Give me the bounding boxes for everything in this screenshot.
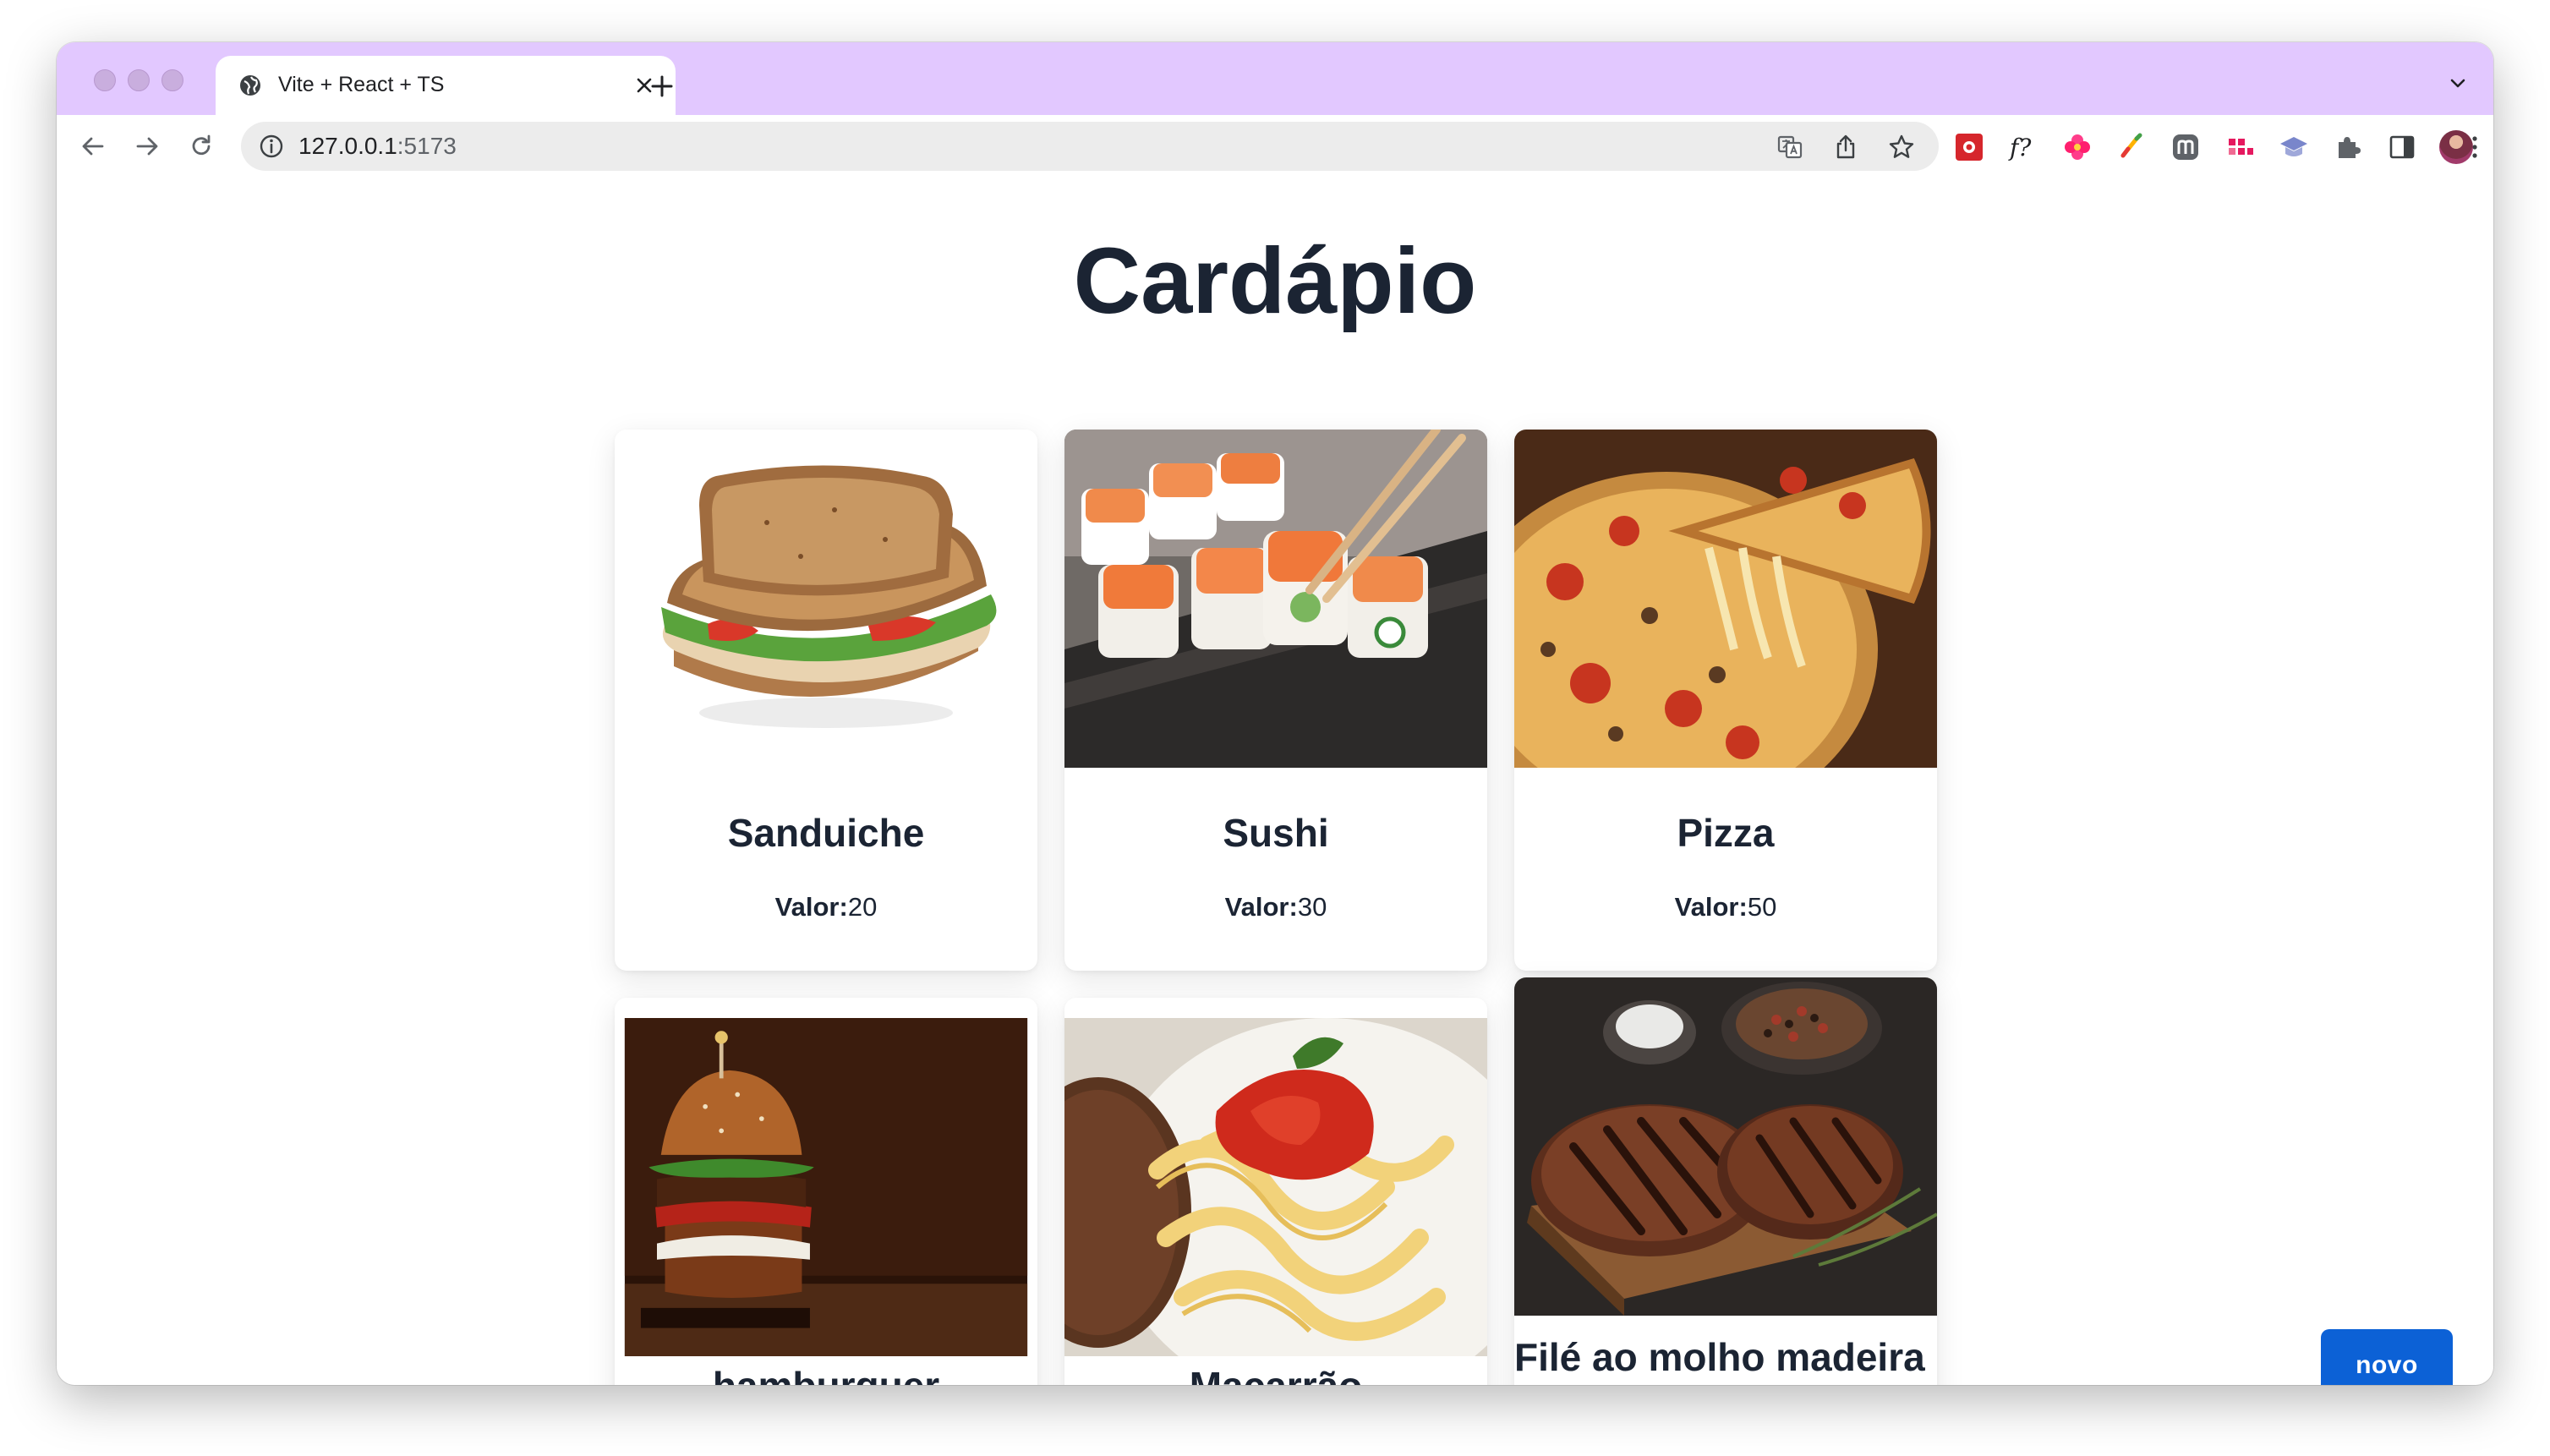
globe-icon — [240, 75, 260, 96]
menu-card[interactable]: Sanduiche Valor:20 — [615, 430, 1037, 971]
sandwich-photo — [615, 430, 1037, 768]
item-name: Pizza — [1677, 811, 1775, 855]
item-price: Valor:20 — [615, 892, 1037, 922]
forward-button[interactable] — [124, 123, 170, 169]
browser-tab[interactable]: Vite + React + TS — [216, 56, 676, 115]
price-label: Valor: — [1224, 892, 1298, 922]
page-title: Cardápio — [1073, 229, 1477, 333]
arrow-left-icon — [82, 137, 104, 156]
url-port: :5173 — [397, 133, 457, 159]
close-window-button[interactable] — [94, 69, 116, 91]
extension-color-picker[interactable] — [2115, 130, 2148, 164]
item-name: hamburguer — [615, 1363, 1037, 1385]
item-name: Sanduiche — [727, 811, 925, 855]
menu-card[interactable]: Filé ao molho madeira — [1514, 977, 1937, 1385]
price-value: 20 — [847, 892, 878, 922]
reload-button[interactable] — [178, 123, 224, 169]
bookmark-button[interactable] — [1883, 129, 1920, 166]
extension-pink[interactable] — [2060, 130, 2094, 164]
price-label: Valor: — [1674, 892, 1748, 922]
steak-photo — [1514, 977, 1937, 1316]
extension-whatfont[interactable]: f? — [2006, 130, 2040, 164]
url-host: 127.0.0.1 — [298, 133, 397, 159]
item-name: Filé ao molho madeira — [1514, 1335, 1925, 1379]
item-price: Valor:50 — [1514, 892, 1937, 922]
puzzle-icon — [2339, 137, 2361, 158]
side-panel-button[interactable] — [2385, 130, 2419, 164]
menu-card[interactable]: Sushi Valor:30 — [1064, 430, 1487, 971]
pasta-photo — [1064, 1018, 1487, 1356]
plus-icon — [651, 75, 673, 97]
share-button[interactable] — [1827, 129, 1864, 166]
menu-card[interactable]: Pizza Valor:50 — [1514, 430, 1937, 971]
side-panel-icon — [2389, 135, 2415, 159]
new-item-button[interactable]: novo — [2321, 1329, 2453, 1385]
extension-graduation[interactable] — [2277, 130, 2311, 164]
sushi-photo — [1064, 430, 1487, 768]
more-vertical-icon — [2472, 136, 2477, 158]
red-square-icon — [1956, 134, 1983, 161]
tab-search-button[interactable] — [2439, 64, 2476, 101]
item-name: Macarrão — [1064, 1363, 1487, 1385]
burger-photo — [624, 1018, 1028, 1356]
share-icon — [1836, 134, 1855, 159]
page-viewport: Cardápio Sanduiche Valor:20 Sushi Valor:… — [57, 178, 2493, 1385]
dots-icon — [2229, 139, 2253, 155]
arrow-right-icon — [136, 137, 158, 156]
extension-dots[interactable] — [2223, 130, 2257, 164]
pizza-photo — [1514, 430, 1937, 768]
extension-m[interactable] — [2169, 130, 2203, 164]
star-icon — [1889, 134, 1914, 158]
price-label: Valor: — [774, 892, 848, 922]
address-bar[interactable]: 127.0.0.1:5173 — [241, 122, 1939, 171]
item-price: Valor:30 — [1064, 892, 1487, 922]
pen-icon — [2120, 133, 2142, 158]
browser-toolbar: 127.0.0.1:5173 f? — [57, 115, 2493, 179]
url-text: 127.0.0.1:5173 — [298, 133, 457, 160]
browser-window: Vite + React + TS 127.0.0.1:5173 f? Card… — [57, 42, 2493, 1385]
back-button[interactable] — [70, 123, 116, 169]
chevron-down-icon — [2450, 79, 2465, 88]
minimize-window-button[interactable] — [128, 69, 150, 91]
zoom-window-button[interactable] — [161, 69, 183, 91]
svg-text:f?: f? — [2008, 134, 2032, 161]
info-icon[interactable] — [258, 133, 285, 160]
translate-button[interactable] — [1771, 129, 1809, 166]
tab-strip: Vite + React + TS — [57, 42, 2493, 115]
extension-react-devtools[interactable] — [1952, 130, 1986, 164]
tab-title: Vite + React + TS — [278, 73, 445, 96]
pink-flower-icon — [2065, 134, 2090, 160]
font-icon: f? — [2008, 134, 2032, 161]
price-value: 50 — [1747, 892, 1777, 922]
new-tab-button[interactable] — [638, 63, 686, 110]
menu-card[interactable]: hamburguer — [615, 998, 1037, 1385]
extensions-button[interactable] — [2331, 130, 2365, 164]
m-icon — [2173, 134, 2198, 160]
graduation-cap-icon — [2280, 137, 2307, 156]
menu-card[interactable]: Macarrão — [1064, 998, 1487, 1385]
reload-icon — [192, 134, 211, 156]
price-value: 30 — [1297, 892, 1327, 922]
translate-icon — [1777, 135, 1803, 159]
browser-menu-button[interactable] — [2456, 130, 2493, 164]
item-name: Sushi — [1223, 811, 1329, 855]
